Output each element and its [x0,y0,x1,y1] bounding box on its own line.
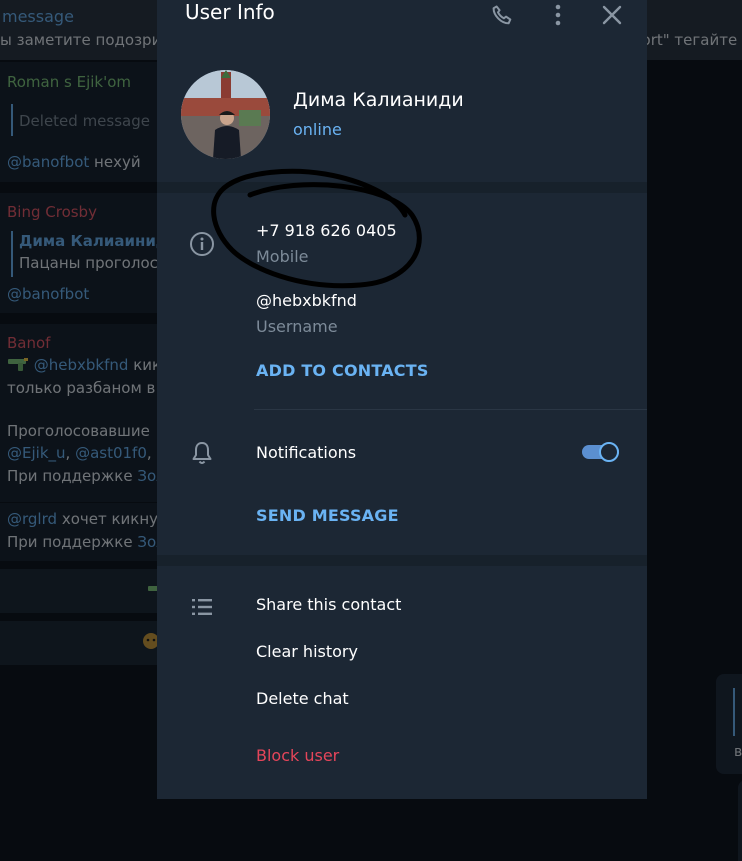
bell-icon [189,440,215,466]
avatar[interactable] [181,70,270,159]
user-name: Дима Калианиди [293,89,464,111]
panel-title: User Info [185,0,275,24]
notifications-label: Notifications [256,443,357,462]
section-separator [157,555,647,566]
share-contact-item[interactable]: Share this contact [256,595,401,614]
list-icon [189,594,215,620]
send-message-button[interactable]: SEND MESSAGE [256,506,399,525]
notifications-toggle[interactable] [582,441,619,463]
username-label: Username [256,317,338,336]
toggle-knob [599,442,619,462]
delete-chat-item[interactable]: Delete chat [256,689,349,708]
more-vertical-icon[interactable] [545,2,571,28]
user-info-panel: User Info Дима Калианиди online +7 918 6… [157,0,647,799]
block-user-item[interactable]: Block user [256,746,339,765]
close-icon[interactable] [599,2,625,28]
add-to-contacts-button[interactable]: ADD TO CONTACTS [256,361,429,380]
user-status: online [293,120,342,139]
info-icon [189,231,215,257]
username[interactable]: @hebxbkfnd [256,291,357,310]
phone-icon[interactable] [489,2,515,28]
clear-history-item[interactable]: Clear history [256,642,358,661]
phone-label: Mobile [256,247,309,266]
section-separator [157,182,647,193]
phone-number[interactable]: +7 918 626 0405 [256,221,397,240]
divider [254,409,647,410]
